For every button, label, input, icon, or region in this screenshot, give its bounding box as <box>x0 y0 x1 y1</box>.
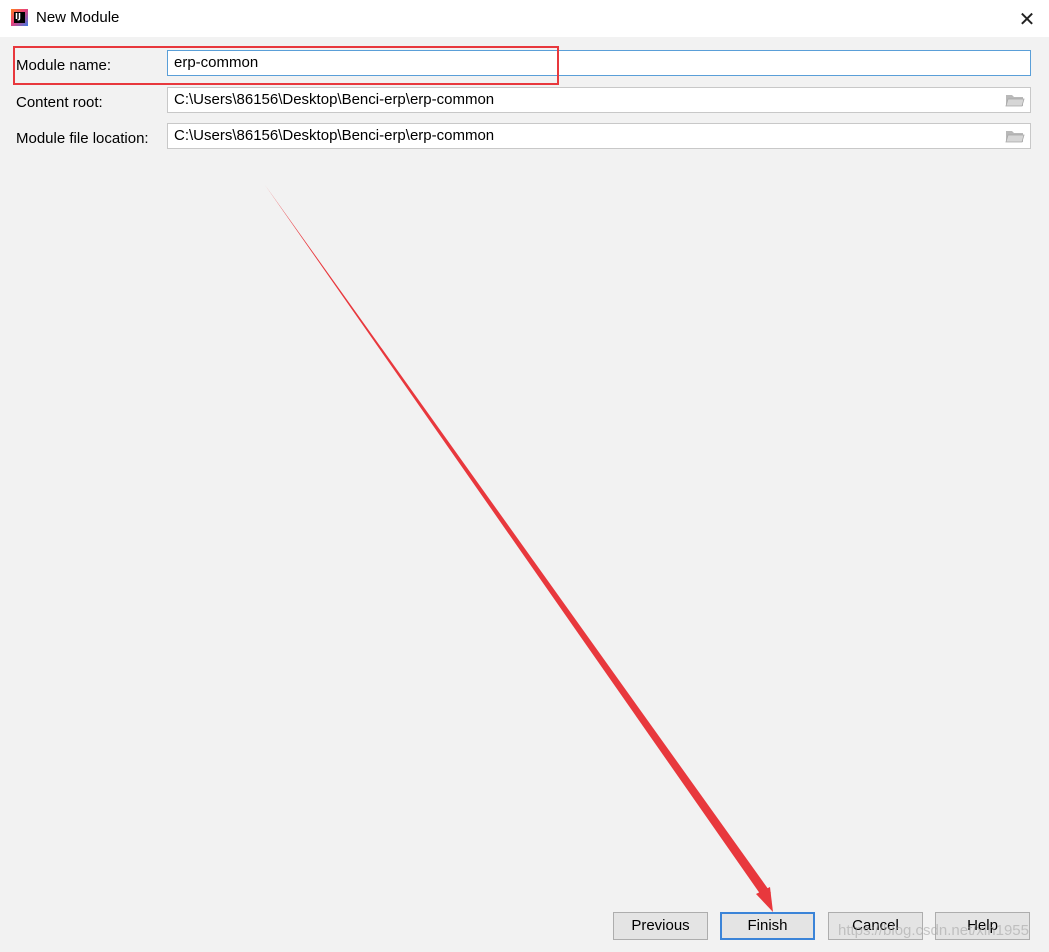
finish-button[interactable]: Finish <box>720 912 815 940</box>
watermark-text: https://blog.csdn.net/xlh1955 <box>838 922 1029 939</box>
annotation-arrow-icon <box>265 185 773 912</box>
previous-button[interactable]: Previous <box>613 912 708 940</box>
